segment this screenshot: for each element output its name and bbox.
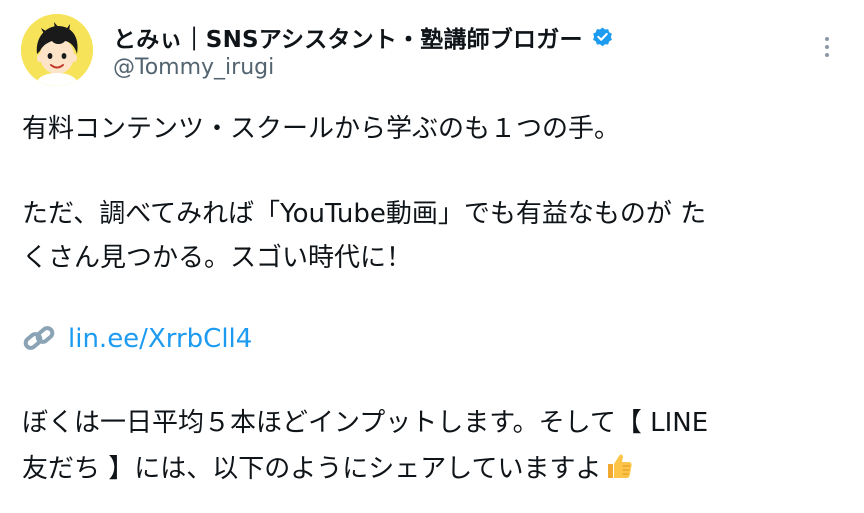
author-display-name[interactable]: とみぃ｜SNSアシスタント・塾講師ブロガー bbox=[113, 20, 583, 54]
more-dot bbox=[825, 53, 829, 57]
author-name-row: とみぃ｜SNSアシスタント・塾講師ブロガー bbox=[113, 18, 614, 56]
tweet-card: とみぃ｜SNSアシスタント・塾講師ブロガー @Tommy_irugi 有料コンテ… bbox=[0, 0, 864, 513]
tweet-text-line: ただ、調べてみれば「YouTube動画」でも有益なものが た bbox=[22, 190, 706, 238]
author-handle[interactable]: @Tommy_irugi bbox=[113, 55, 274, 80]
link-icon bbox=[22, 324, 58, 354]
tweet-text-line: ぼくは一日平均５本ほどインプットします。そして【 LINE bbox=[22, 399, 708, 447]
verified-badge-icon[interactable] bbox=[591, 26, 614, 49]
more-options-icon[interactable] bbox=[815, 30, 839, 64]
avatar[interactable] bbox=[21, 14, 93, 86]
more-dot bbox=[825, 37, 829, 41]
tweet-text-line: 有料コンテンツ・スクールから学ぶのも１つの手。 bbox=[22, 114, 621, 144]
tweet-text-part: ぼくは一日平均５本ほどインプットします。そして【 LINE bbox=[22, 408, 709, 438]
tweet-link[interactable]: lin.ee/XrrbCll4 bbox=[68, 324, 252, 354]
thumbs-up-emoji bbox=[604, 449, 634, 479]
tweet-text-line: 友だち 】には、以下のようにシェアしていますよ bbox=[22, 445, 634, 493]
tweet-text-line: くさん見つかる。スゴい時代に！ bbox=[22, 234, 412, 282]
tweet-link-row[interactable]: lin.ee/XrrbCll4 bbox=[22, 315, 252, 363]
tweet-text-part: 友だち 】には、以下のようにシェアしていますよ bbox=[22, 454, 602, 484]
tweet-text-part: くさん見つかる。スゴい時代に！ bbox=[22, 243, 413, 273]
more-dot bbox=[825, 45, 829, 49]
tweet-text-part: ただ、調べてみれば「YouTube動画」でも有益なものが た bbox=[22, 199, 707, 229]
